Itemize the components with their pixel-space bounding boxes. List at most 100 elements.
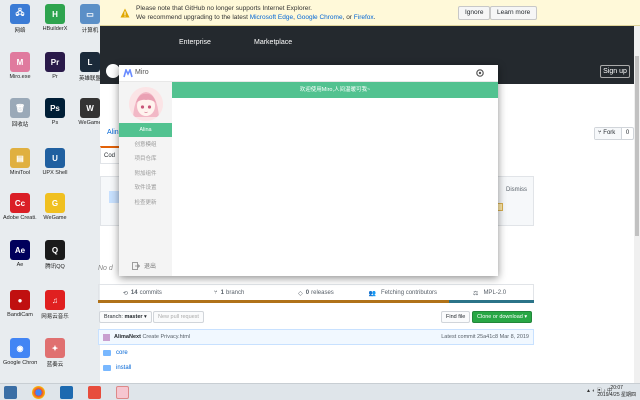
file-name-install: install [116,365,132,371]
desktop-app-icon: ✦ [45,338,65,358]
repo-stat[interactable]: ◇ 0 releases [273,285,360,301]
ie-banner-line1: Please note that GitHub no longer suppor… [136,4,312,12]
ignore-button[interactable]: Ignore [458,6,491,20]
desktop-icon[interactable]: G WeGame [38,193,72,221]
file-row-core[interactable]: core [103,350,128,356]
file-row-install[interactable]: install [103,365,131,371]
chrome-taskbar-icon[interactable] [32,386,45,399]
dismiss-link[interactable]: Dismiss [506,187,527,193]
desktop-icon[interactable]: ▤ MiniTool [3,148,37,176]
github-logo-icon[interactable] [106,64,120,78]
tab-code-label: Cod [104,153,116,159]
desktop-app-icon: Ae [10,240,30,260]
firefox-link[interactable]: Firefox [354,14,374,21]
stat-label: MPL-2.0 [483,290,507,296]
desktop-app-icon: M [10,52,30,72]
desktop-icon-label: 蓝奏云 [46,362,64,368]
desktop-app-icon: Q [45,240,65,260]
desktop-icon-label: Ps [51,120,59,126]
exit-button[interactable]: 退出 [132,261,156,270]
taskbar-clock[interactable]: 20:07 2019/4/25 星期四 [597,385,636,399]
commit-author[interactable]: AlimaNext [114,334,141,340]
menu-item-1[interactable]: 创意模组 [119,138,172,152]
desktop-app-icon: Cc [10,193,30,213]
menu-item-3[interactable]: 附加组件 [119,167,172,181]
menu-item-4[interactable]: 软件设置 [119,181,172,195]
desktop-icon[interactable]: U UPX Shell [38,148,72,176]
desktop-app-icon: ▭ [80,4,100,24]
exit-label: 退出 [144,264,157,270]
miro-main-panel: 欢迎使用Miro,人间温暖可我~ [172,82,498,276]
desktop-app-icon: G [45,193,65,213]
menu-item-0[interactable]: Alina [119,123,172,137]
menu-item-5[interactable]: 检查更新 [119,196,172,210]
user-avatar[interactable] [129,87,163,121]
repo-stat[interactable]: 👥 Fetching contributors [359,285,446,301]
desktop-icon[interactable]: Ae Ae [3,240,37,268]
repo-stat[interactable]: ⑂ 1 branch [186,285,273,301]
desktop-icon[interactable]: ♫ 网易云音乐 [38,290,72,320]
stat-value: 0 [305,290,310,296]
branch-name: master [124,314,143,320]
page-scrollbar[interactable] [634,26,640,383]
desktop-icon[interactable]: ◉ Google Chrome [3,338,37,366]
nav-enterprise[interactable]: Enterprise [179,39,211,46]
repo-stat[interactable]: ⟲ 14 commits [99,285,186,301]
clock-date: 2019/4/25 星期四 [597,392,636,398]
anime-avatar-icon [129,87,163,121]
desktop-icon-label: Miro.exe [9,74,31,80]
desktop-icon[interactable]: 🗑 回收站 [3,98,37,128]
desktop-icon[interactable]: 🖧 网络 [3,4,37,34]
desktop-icon[interactable]: ● BandiCam [3,290,37,318]
welcome-banner: 欢迎使用Miro,人间温暖可我~ [172,82,498,98]
stat-label: branch [225,290,245,296]
clone-download-button[interactable]: Clone or download ▾ [472,311,533,323]
nav-marketplace[interactable]: Marketplace [254,39,292,46]
desktop-icon-label: BandiCam [7,312,33,318]
desktop-icon-label: 网易云音乐 [41,314,69,320]
start-button-icon[interactable] [4,386,17,399]
desktop-icon[interactable]: Cc Adobe Creati... [3,193,37,221]
fork-button[interactable]: ⑂ Fork 0 [594,127,634,140]
desktop-icon[interactable]: M Miro.exe [3,52,37,80]
desktop-icon[interactable]: H HBuilderX [38,4,72,32]
app2-taskbar-icon[interactable] [88,386,101,399]
desktop-icon-label: 回收站 [11,122,29,128]
sign-up-button[interactable]: Sign up [600,65,630,78]
find-file-button[interactable]: Find file [441,311,471,323]
miro-sidebar: Alina 创意模组 项目仓库 附加组件 软件设置 检查更新 退出 [119,82,172,276]
desktop-icon[interactable]: Q 腾讯QQ [38,240,72,270]
miro-app-window: Miro Alina 创意模组 项目仓库 附加组件 软件设置 检查更新 退出 欢迎使用Mi… [119,65,498,276]
no-description-text: No d [98,265,113,272]
latest-commit-info[interactable]: Latest commit 25a41c8 Mar 8, 2019 [441,334,529,340]
repo-name-fragment[interactable]: Alin [107,129,119,136]
desktop-icon-label: UPX Shell [42,170,68,176]
miro-taskbar-icon[interactable] [116,386,129,399]
desktop-app-icon: ▤ [10,148,30,168]
miro-titlebar[interactable]: Miro [119,65,498,82]
app-taskbar-icon[interactable] [60,386,73,399]
menu-item-2[interactable]: 项目仓库 [119,152,172,166]
gear-icon[interactable] [475,68,485,78]
folder-icon [103,365,111,371]
edge-link[interactable]: Microsoft Edge [250,14,293,21]
desktop-app-icon: ◉ [10,338,30,358]
desktop-icon[interactable]: Ps Ps [38,98,72,126]
desktop-icon[interactable]: ✦ 蓝奏云 [38,338,72,368]
warning-icon [120,8,130,17]
learn-more-button[interactable]: Learn more [490,6,538,20]
chrome-link[interactable]: Google Chrome [297,14,343,21]
desktop-icon[interactable]: Pr Pr [38,52,72,80]
stat-label: commits [139,290,162,296]
clone-label: Clone or download [477,314,523,320]
new-pull-request-button[interactable]: New pull request [153,311,204,323]
ie-banner-sep2: , or [342,13,354,21]
repo-stat[interactable]: ⚖ MPL-2.0 [446,285,533,301]
fork-label-text: Fork [603,130,616,136]
commit-message[interactable]: Create Privacy.html [142,334,190,340]
branch-select-button[interactable]: Branch: master ▾ [99,311,152,323]
scrollbar-thumb[interactable] [635,56,639,236]
stat-label: Fetching contributors [381,290,438,296]
desktop-icon-label: Pr [52,74,58,80]
language-bar [98,300,534,303]
